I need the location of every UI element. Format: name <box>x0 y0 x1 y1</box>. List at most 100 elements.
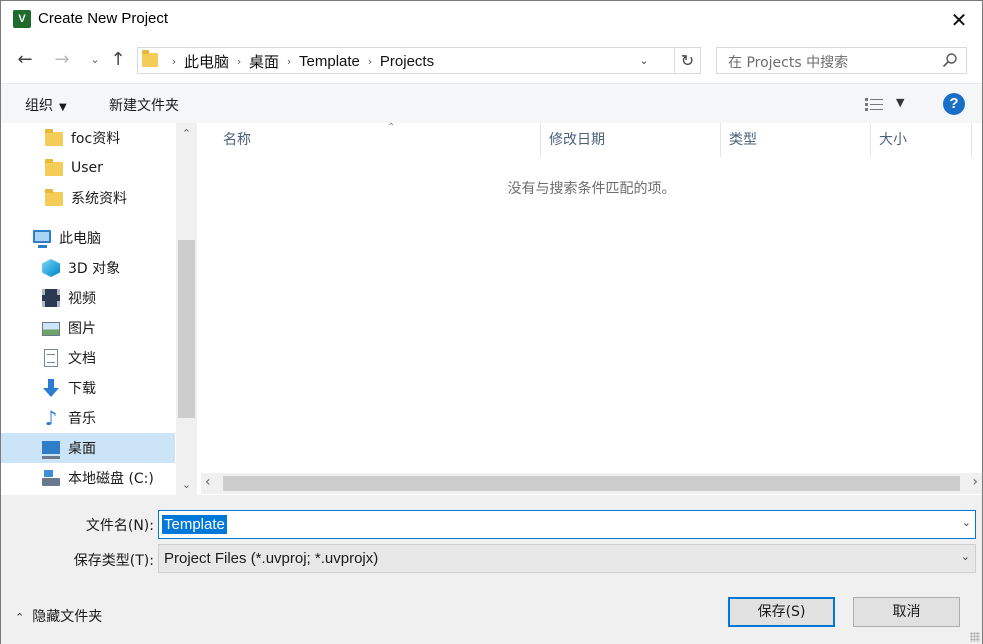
breadcrumb-separator-icon[interactable]: › <box>279 55 299 68</box>
address-row: ← → ⌄ ↑ › 此电脑 › 桌面 › Template › Projects… <box>1 41 982 79</box>
chevron-down-icon[interactable]: ⌄ <box>961 550 970 563</box>
sidebar-item-label: 音乐 <box>68 411 96 427</box>
filetype-select[interactable]: Project Files (*.uvproj; *.uvprojx) ⌄ <box>158 544 976 573</box>
scroll-right-icon[interactable]: › <box>972 474 978 490</box>
forward-arrow-icon: → <box>54 49 70 70</box>
folder-icon <box>45 189 63 206</box>
breadcrumb-separator-icon[interactable]: › <box>229 55 249 68</box>
folder-icon <box>142 50 158 67</box>
hide-folders-label: 隐藏文件夹 <box>32 609 103 625</box>
help-icon: ? <box>949 95 959 112</box>
column-header-date-modified[interactable]: 修改日期 <box>541 123 721 157</box>
column-header-size[interactable]: 大小 <box>871 123 972 157</box>
sidebar-item-foc[interactable]: foc资料 <box>1 123 175 153</box>
folder-icon <box>45 159 63 176</box>
back-arrow-icon: ← <box>17 49 33 70</box>
column-header-name[interactable]: ⌃ 名称 <box>215 122 541 157</box>
scrollbar-thumb[interactable] <box>223 476 960 491</box>
sidebar-item-label: 图片 <box>68 321 96 337</box>
filetype-label: 保存类型(T): <box>73 553 154 569</box>
3d-objects-icon <box>42 259 60 277</box>
search-input[interactable]: 在 Projects 中搜索 <box>716 47 967 74</box>
new-folder-button[interactable]: 新建文件夹 <box>109 95 179 115</box>
sidebar-item-desktop[interactable]: 桌面 <box>1 433 175 463</box>
search-placeholder: 在 Projects 中搜索 <box>728 55 849 71</box>
filename-label: 文件名(N): <box>85 518 154 534</box>
dialog-footer: 文件名(N): Template ⌄ 保存类型(T): Project File… <box>1 495 982 644</box>
filetype-value: Project Files (*.uvproj; *.uvprojx) <box>164 550 379 567</box>
sidebar-item-videos[interactable]: 视频 <box>1 283 175 313</box>
close-button[interactable]: ✕ <box>936 1 982 39</box>
sidebar-item-label: 此电脑 <box>59 231 101 247</box>
dropdown-arrow-icon: ▼ <box>896 96 905 109</box>
sidebar-item-user[interactable]: User <box>1 153 175 183</box>
search-icon[interactable] <box>942 52 958 68</box>
close-icon: ✕ <box>950 8 968 32</box>
save-button[interactable]: 保存(S) <box>728 597 835 627</box>
sidebar-item-downloads[interactable]: 下载 <box>1 373 175 403</box>
up-arrow-icon: ↑ <box>110 49 126 70</box>
cancel-button[interactable]: 取消 <box>853 597 960 627</box>
dropdown-arrow-icon: ▼ <box>59 102 67 113</box>
details-view-icon <box>865 98 883 111</box>
desktop-icon <box>42 440 60 459</box>
refresh-button[interactable]: ↻ <box>675 47 701 74</box>
sidebar-item-system-docs[interactable]: 系统资料 <box>1 183 175 213</box>
filename-value[interactable]: Template <box>162 515 227 534</box>
sort-ascending-icon: ⌃ <box>387 122 396 133</box>
keil-app-icon: V <box>13 10 31 28</box>
hide-folders-button[interactable]: ⌃ 隐藏文件夹 <box>15 606 102 626</box>
file-list[interactable]: ⌃ 名称 修改日期 类型 大小 没有与搜索条件匹配的项。 <box>201 122 982 473</box>
chevron-down-icon: ⌄ <box>639 54 649 67</box>
command-bar: 组织 ▼ 新建文件夹 ▼ ? <box>1 83 982 123</box>
chevron-up-icon: ⌃ <box>15 611 25 624</box>
breadcrumb-separator-icon[interactable]: › <box>164 55 184 68</box>
organize-button[interactable]: 组织 ▼ <box>25 95 67 115</box>
sidebar-item-documents[interactable]: 文档 <box>1 343 175 373</box>
save-dialog: V Create New Project ✕ ← → ⌄ ↑ › 此电脑 › 桌… <box>0 0 983 644</box>
sidebar-item-local-disk[interactable]: 本地磁盘 (C:) <box>1 463 175 493</box>
breadcrumb-projects[interactable]: Projects <box>380 53 434 70</box>
scroll-down-icon[interactable]: ⌄ <box>176 478 197 491</box>
scroll-up-icon[interactable]: ⌃ <box>176 127 197 140</box>
address-bar[interactable]: › 此电脑 › 桌面 › Template › Projects ⌄ <box>137 47 675 74</box>
chevron-down-icon[interactable]: ⌄ <box>962 516 971 529</box>
music-icon: ♪ <box>44 406 58 430</box>
recent-locations-button[interactable]: ⌄ <box>84 49 106 71</box>
help-button[interactable]: ? <box>943 93 965 115</box>
documents-icon <box>44 349 58 367</box>
forward-button[interactable]: → <box>51 49 73 71</box>
column-header-type[interactable]: 类型 <box>721 123 871 157</box>
resize-grip-icon[interactable] <box>970 632 980 642</box>
title-bar: V Create New Project ✕ <box>1 1 982 39</box>
filename-field[interactable]: Template ⌄ <box>158 510 976 539</box>
sidebar-item-label: 下载 <box>68 381 96 397</box>
back-button[interactable]: ← <box>14 49 36 71</box>
breadcrumb-template[interactable]: Template <box>299 53 360 70</box>
sidebar-item-this-pc[interactable]: 此电脑 <box>1 223 175 253</box>
sidebar-scrollbar[interactable]: ⌃ ⌄ <box>176 123 197 495</box>
sidebar-item-music[interactable]: ♪ 音乐 <box>1 403 175 433</box>
breadcrumb-separator-icon[interactable]: › <box>360 55 380 68</box>
column-headers: ⌃ 名称 修改日期 类型 大小 <box>201 122 982 157</box>
breadcrumb-this-pc[interactable]: 此电脑 <box>184 51 229 72</box>
download-icon <box>42 379 60 397</box>
column-header-label: 名称 <box>223 132 251 148</box>
breadcrumb-desktop[interactable]: 桌面 <box>249 51 279 72</box>
horizontal-scrollbar[interactable]: ‹ › <box>201 473 982 494</box>
refresh-icon: ↻ <box>680 51 695 70</box>
computer-icon <box>33 230 51 248</box>
empty-results-message: 没有与搜索条件匹配的项。 <box>507 181 676 197</box>
up-button[interactable]: ↑ <box>107 49 129 71</box>
change-view-button[interactable]: ▼ <box>865 95 909 115</box>
scrollbar-thumb[interactable] <box>178 240 195 418</box>
sidebar-item-3d-objects[interactable]: 3D 对象 <box>1 253 175 283</box>
drive-icon <box>42 470 60 486</box>
navigation-pane: foc资料 User 系统资料 此电脑 3D 对象 视频 图片 文档 下载 ♪ 音… <box>1 123 197 495</box>
organize-label: 组织 <box>25 98 53 114</box>
sidebar-item-pictures[interactable]: 图片 <box>1 313 175 343</box>
sidebar-item-label: 系统资料 <box>71 191 127 207</box>
scroll-left-icon[interactable]: ‹ <box>205 474 211 490</box>
sidebar-item-label: 3D 对象 <box>68 261 121 277</box>
address-history-button[interactable]: ⌄ <box>636 51 652 71</box>
